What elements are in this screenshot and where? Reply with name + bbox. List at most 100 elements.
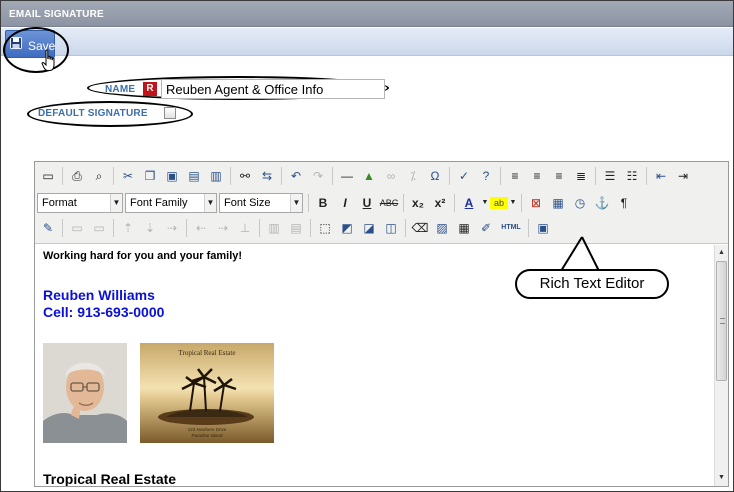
cut-icon[interactable]: ✂ — [117, 166, 139, 186]
toolbar-divider — [113, 167, 114, 185]
unlink-icon[interactable]: ⁒ — [402, 166, 424, 186]
delete-row-icon[interactable]: ⇢ — [161, 218, 183, 238]
toolbar-divider — [62, 219, 63, 237]
spellcheck-icon[interactable]: ✓ — [453, 166, 475, 186]
split-cells-icon[interactable]: ▥ — [263, 218, 285, 238]
toggle-guidelines-icon[interactable]: ⬚ — [314, 218, 336, 238]
html-source-button[interactable]: HTML — [497, 218, 525, 238]
scrollbar-grip — [720, 318, 725, 324]
toolbar-divider — [310, 219, 311, 237]
align-right-icon[interactable]: ≡ — [548, 166, 570, 186]
title-bar: EMAIL SIGNATURE — [1, 1, 733, 27]
default-signature-label: DEFAULT SIGNATURE — [38, 108, 148, 119]
align-justify-icon[interactable]: ≣ — [570, 166, 592, 186]
outdent-icon[interactable]: ⇤ — [650, 166, 672, 186]
attributes-icon[interactable]: ▨ — [431, 218, 453, 238]
underline-icon[interactable]: U — [356, 193, 378, 213]
new-document-icon[interactable]: ▭ — [37, 166, 59, 186]
remove-format-icon[interactable]: ⊠ — [525, 193, 547, 213]
chevron-down-icon[interactable]: ▼ — [480, 193, 490, 213]
scroll-down-icon[interactable]: ▼ — [715, 472, 728, 484]
default-signature-checkbox[interactable] — [164, 107, 176, 119]
show-blocks-icon[interactable]: ¶ — [613, 193, 635, 213]
edit-css-icon[interactable]: ✎ — [37, 218, 59, 238]
insert-time-icon[interactable]: ◷ — [569, 193, 591, 213]
editor-scrollbar[interactable]: ▲ ▼ — [714, 245, 728, 486]
find-icon[interactable]: ⚯ — [234, 166, 256, 186]
name-input[interactable] — [161, 79, 385, 99]
delete-column-icon[interactable]: ⊥ — [234, 218, 256, 238]
signature-agent-name: Reuben Williams — [43, 287, 155, 303]
font-size-select[interactable]: Font Size ▼ — [219, 193, 303, 213]
button-bar — [1, 28, 733, 56]
table-row-props-icon[interactable]: ▭ — [66, 218, 88, 238]
highlight-color-icon[interactable]: ab — [490, 197, 508, 209]
styles-icon[interactable]: ✐ — [475, 218, 497, 238]
required-badge: R — [143, 82, 157, 96]
redo-icon[interactable]: ↷ — [307, 166, 329, 186]
special-character-icon[interactable]: Ω — [424, 166, 446, 186]
insert-link-icon[interactable]: ∞ — [380, 166, 402, 186]
indent-icon[interactable]: ⇥ — [672, 166, 694, 186]
toolbar-row-1: ▭ ⎙ ⌕ ✂ ❐ ▣ ▤ ▥ ⚯ ⇆ ↶ ↷ — ▲ ∞ ⁒ Ω ✓ ? ≡ … — [37, 163, 694, 189]
rich-text-editor: ▭ ⎙ ⌕ ✂ ❐ ▣ ▤ ▥ ⚯ ⇆ ↶ ↷ — ▲ ∞ ⁒ Ω ✓ ? ≡ … — [34, 161, 729, 487]
chevron-down-icon[interactable]: ▼ — [508, 193, 518, 213]
toolbar-divider — [521, 194, 522, 212]
scroll-up-icon[interactable]: ▲ — [715, 247, 728, 259]
table-cell-props-icon[interactable]: ▭ — [88, 218, 110, 238]
paste-text-icon[interactable]: ▤ — [183, 166, 205, 186]
agent-photo-image — [43, 343, 127, 443]
anchor-icon[interactable]: ⚓ — [591, 193, 613, 213]
paste-icon[interactable]: ▣ — [161, 166, 183, 186]
format-select[interactable]: Format ▼ — [37, 193, 123, 213]
move-backward-icon[interactable]: ◫ — [380, 218, 402, 238]
fullscreen-icon[interactable]: ▣ — [532, 218, 554, 238]
numbered-list-icon[interactable]: ☷ — [621, 166, 643, 186]
replace-icon[interactable]: ⇆ — [256, 166, 278, 186]
toolbar-divider — [308, 194, 309, 212]
italic-icon[interactable]: I — [334, 193, 356, 213]
insert-date-icon[interactable]: ▦ — [547, 193, 569, 213]
insert-table-icon[interactable]: ▦ — [453, 218, 475, 238]
save-button-highlight — [3, 27, 69, 73]
chevron-down-icon: ▼ — [204, 194, 216, 212]
preview-icon[interactable]: ⌕ — [88, 166, 110, 186]
logo-title: Tropical Real Estate — [179, 349, 236, 357]
toolbar-row-2: Format ▼ Font Family ▼ Font Size ▼ B I U… — [37, 190, 635, 216]
cleanup-icon[interactable]: ⌫ — [409, 218, 431, 238]
absolute-position-icon[interactable]: ◩ — [336, 218, 358, 238]
print-icon[interactable]: ⎙ — [66, 166, 88, 186]
strikethrough-icon[interactable]: ABC — [378, 193, 400, 213]
align-center-icon[interactable]: ≡ — [526, 166, 548, 186]
font-family-select[interactable]: Font Family ▼ — [125, 193, 217, 213]
insert-row-before-icon[interactable]: ⇡ — [117, 218, 139, 238]
move-forward-icon[interactable]: ◪ — [358, 218, 380, 238]
superscript-icon[interactable]: x² — [429, 193, 451, 213]
text-color-icon[interactable]: A — [458, 193, 480, 213]
insert-image-icon[interactable]: ▲ — [358, 166, 380, 186]
insert-column-after-icon[interactable]: ⇢ — [212, 218, 234, 238]
editor-toolbar: ▭ ⎙ ⌕ ✂ ❐ ▣ ▤ ▥ ⚯ ⇆ ↶ ↷ — ▲ ∞ ⁒ Ω ✓ ? ≡ … — [35, 162, 728, 244]
format-select-label: Format — [42, 197, 77, 209]
subscript-icon[interactable]: x₂ — [407, 193, 429, 213]
copy-icon[interactable]: ❐ — [139, 166, 161, 186]
bold-icon[interactable]: B — [312, 193, 334, 213]
help-icon[interactable]: ? — [475, 166, 497, 186]
toolbar-divider — [646, 167, 647, 185]
signature-company: Tropical Real Estate — [43, 471, 177, 486]
undo-icon[interactable]: ↶ — [285, 166, 307, 186]
logo-caption-line-2: Paradise Island — [191, 433, 223, 438]
name-label: NAME — [105, 84, 136, 95]
merge-cells-icon[interactable]: ▤ — [285, 218, 307, 238]
bullet-list-icon[interactable]: ☰ — [599, 166, 621, 186]
toolbar-divider — [332, 167, 333, 185]
font-size-select-label: Font Size — [224, 197, 271, 209]
insert-row-after-icon[interactable]: ⇣ — [139, 218, 161, 238]
toolbar-divider — [449, 167, 450, 185]
align-left-icon[interactable]: ≡ — [504, 166, 526, 186]
paste-word-icon[interactable]: ▥ — [205, 166, 227, 186]
hand-cursor-icon — [41, 49, 55, 71]
scrollbar-thumb[interactable] — [716, 261, 727, 381]
horizontal-rule-icon[interactable]: — — [336, 166, 358, 186]
insert-column-before-icon[interactable]: ⇠ — [190, 218, 212, 238]
